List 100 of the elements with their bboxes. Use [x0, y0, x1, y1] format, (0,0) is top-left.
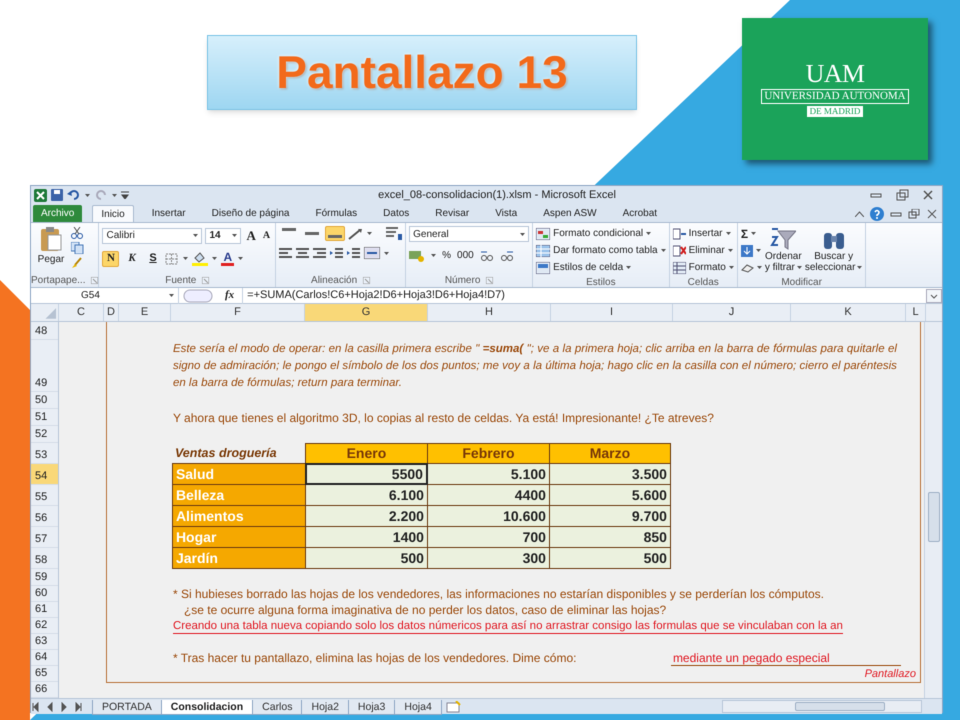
expand-formula-icon[interactable]: [926, 288, 942, 302]
ribbon-tab[interactable]: Datos: [375, 205, 418, 222]
font-size-dropdown[interactable]: 14: [205, 228, 242, 244]
dropdown-caret-icon[interactable]: [212, 257, 218, 260]
table-cell[interactable]: 5500: [304, 463, 428, 485]
ribbon-tab[interactable]: Fórmulas: [307, 205, 366, 222]
merge-cells-icon[interactable]: [364, 247, 380, 259]
grow-font-button[interactable]: A: [244, 226, 258, 246]
align-right-icon[interactable]: [313, 248, 326, 258]
number-format-dropdown[interactable]: General: [409, 226, 530, 242]
styles-menu-button[interactable]: Estilos de celda: [536, 260, 666, 275]
undo-icon[interactable]: [67, 189, 81, 201]
dropdown-caret-icon[interactable]: [728, 266, 734, 269]
autosum-button[interactable]: Σ: [740, 226, 762, 241]
row-number[interactable]: 51: [31, 409, 58, 426]
decrease-indent-icon[interactable]: [330, 248, 344, 258]
row-number[interactable]: 63: [31, 634, 58, 650]
vertical-align-button[interactable]: [325, 226, 346, 241]
dropdown-caret-icon[interactable]: [726, 232, 731, 235]
customize-toolbar-icon[interactable]: [121, 191, 129, 199]
cells-menu-button[interactable]: Formato: [672, 260, 734, 275]
column-header[interactable]: E: [119, 304, 171, 321]
dropdown-caret-icon[interactable]: [520, 232, 526, 236]
column-header[interactable]: I: [551, 304, 673, 321]
dropdown-caret-icon[interactable]: [238, 257, 244, 260]
paste-button[interactable]: Pegar: [34, 226, 68, 267]
cells-menu-button[interactable]: Insertar: [672, 226, 734, 241]
column-header[interactable]: J: [673, 304, 791, 321]
increase-indent-icon[interactable]: [347, 248, 360, 258]
styles-menu-button[interactable]: Formato condicional: [536, 226, 666, 241]
currency-icon[interactable]: [409, 250, 426, 262]
table-cell[interactable]: 850: [548, 526, 671, 548]
wrap-text-icon[interactable]: [386, 226, 402, 240]
new-sheet-icon[interactable]: [446, 700, 462, 712]
sheet-tab[interactable]: Hoja3: [348, 700, 396, 714]
table-cell[interactable]: 700: [426, 526, 550, 548]
row-number[interactable]: 49: [31, 340, 58, 392]
vertical-scrollbar[interactable]: [924, 322, 942, 698]
text-orientation-icon[interactable]: [348, 228, 364, 240]
row-number[interactable]: 48: [31, 322, 58, 340]
restore-icon[interactable]: [908, 208, 920, 218]
spreadsheet-app-icon[interactable]: [34, 188, 47, 202]
cells-menu-button[interactable]: Eliminar: [672, 243, 734, 258]
ribbon-tab[interactable]: Vista: [487, 205, 526, 222]
column-header[interactable]: D: [104, 304, 119, 321]
clipboard-icon[interactable]: [39, 226, 63, 252]
table-cell[interactable]: 1400: [304, 526, 428, 548]
styles-menu-button[interactable]: Dar formato como tabla: [536, 243, 666, 258]
table-cell[interactable]: 2.200: [304, 505, 428, 527]
row-number[interactable]: 64: [31, 650, 58, 666]
font-style-button[interactable]: S: [144, 250, 162, 266]
dropdown-caret-icon[interactable]: [756, 266, 762, 269]
table-cell[interactable]: 4400: [426, 484, 550, 506]
ribbon-tab[interactable]: Aspen ASW: [535, 205, 605, 222]
column-header[interactable]: G: [305, 304, 428, 321]
thousands-separator-button[interactable]: 000: [457, 248, 474, 263]
dropdown-caret-icon[interactable]: [183, 257, 188, 260]
column-header[interactable]: K: [791, 304, 906, 321]
dropdown-caret-icon[interactable]: [756, 249, 761, 252]
table-cell[interactable]: 3.500: [548, 463, 671, 485]
sort-filter-button[interactable]: Ordenar y filtrar: [764, 226, 802, 273]
column-header[interactable]: H: [428, 304, 551, 321]
sheet-tab[interactable]: Hoja4: [394, 700, 442, 714]
dropdown-caret-icon[interactable]: [646, 232, 652, 235]
sheet-tab[interactable]: Hoja2: [301, 700, 349, 714]
sheet-tab[interactable]: Carlos: [252, 700, 302, 714]
brush-icon[interactable]: [71, 257, 83, 269]
align-left-icon[interactable]: [279, 248, 292, 258]
function-symbol[interactable]: fx: [217, 287, 242, 304]
sheet-tab[interactable]: PORTADA: [92, 700, 162, 714]
row-number[interactable]: 56: [31, 506, 58, 527]
font-name-dropdown[interactable]: Calibri: [102, 228, 202, 244]
ribbon-tab[interactable]: Revisar: [427, 205, 478, 222]
row-number[interactable]: 61: [31, 602, 58, 618]
table-cell[interactable]: 300: [426, 547, 550, 569]
align-center-icon[interactable]: [296, 248, 310, 258]
table-cell[interactable]: 10.600: [426, 505, 550, 527]
close-icon[interactable]: [926, 208, 938, 218]
dropdown-caret-icon[interactable]: [660, 249, 666, 252]
row-number[interactable]: 55: [31, 485, 58, 506]
row-number[interactable]: 62: [31, 618, 58, 634]
dropdown-caret-icon[interactable]: [193, 234, 198, 238]
dropdown-caret-icon[interactable]: [384, 252, 390, 254]
dropdown-caret-icon[interactable]: [112, 194, 117, 196]
font-style-button[interactable]: K: [123, 250, 140, 266]
help-icon[interactable]: [870, 206, 884, 220]
fill-down-icon[interactable]: [740, 244, 753, 256]
table-cell[interactable]: 5.100: [426, 463, 550, 485]
fill-color-icon[interactable]: [192, 252, 208, 266]
row-number[interactable]: 52: [31, 426, 58, 443]
ribbon-tab[interactable]: Acrobat: [614, 205, 666, 222]
dropdown-caret-icon[interactable]: [367, 232, 372, 235]
row-number[interactable]: 58: [31, 548, 58, 569]
column-header[interactable]: C: [59, 304, 104, 321]
table-cell[interactable]: 500: [304, 547, 428, 569]
row-number[interactable]: 60: [31, 586, 58, 602]
font-style-button[interactable]: N: [102, 250, 120, 266]
resize-handle-icon[interactable]: [183, 288, 213, 302]
save-icon[interactable]: [51, 189, 63, 201]
decrease-decimal-icon[interactable]: [500, 250, 514, 262]
